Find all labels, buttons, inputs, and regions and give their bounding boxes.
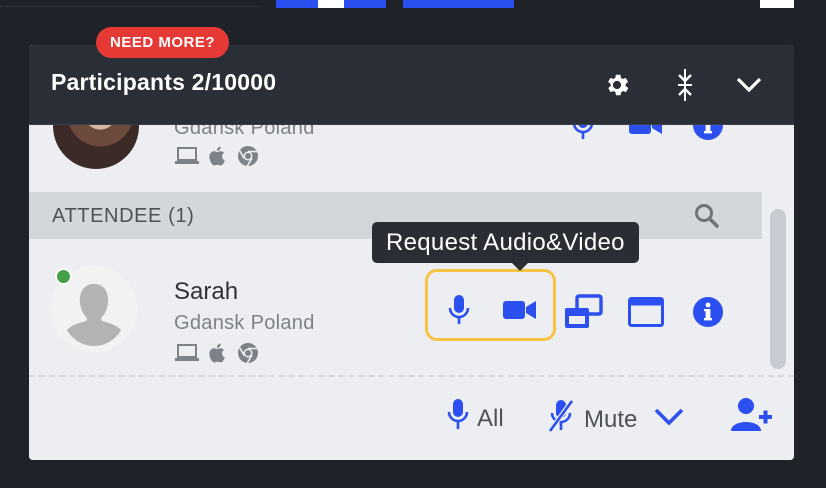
microphone-off-icon <box>546 399 576 440</box>
info-icon[interactable] <box>688 292 728 332</box>
section-title: ATTENDEE <box>52 205 162 227</box>
avatar <box>53 125 139 169</box>
laptop-icon <box>175 344 199 367</box>
apple-icon <box>209 146 227 171</box>
laptop-icon <box>175 147 199 170</box>
microphone-icon[interactable] <box>563 125 603 145</box>
search-icon[interactable] <box>694 203 720 234</box>
attendee-location: Gdansk Poland <box>174 312 315 334</box>
chevron-down-icon[interactable] <box>653 406 685 434</box>
attendee-name: Sarah <box>174 278 239 305</box>
gear-icon[interactable] <box>601 69 633 101</box>
chrome-icon <box>237 145 259 172</box>
collapse-icon[interactable] <box>669 69 701 101</box>
screen-share-icon[interactable] <box>563 292 603 332</box>
chrome-icon <box>237 342 259 369</box>
request-audio-video-tooltip: Request Audio&Video <box>372 222 639 271</box>
video-camera-icon[interactable] <box>626 125 666 145</box>
device-icons <box>175 342 259 369</box>
info-icon[interactable] <box>688 125 728 145</box>
all-label: All <box>477 404 504 432</box>
chevron-down-icon[interactable] <box>733 69 765 101</box>
window-icon[interactable] <box>626 292 666 332</box>
add-user-button[interactable] <box>731 397 773 440</box>
participant-location: Gdansk Poland <box>174 125 315 139</box>
panel-title: Participants 2/10000 <box>51 69 277 95</box>
add-user-icon <box>731 397 773 440</box>
microphone-icon <box>447 399 469 438</box>
device-icons <box>175 145 259 172</box>
unmute-all-button[interactable]: All <box>447 399 504 438</box>
mute-label: Mute <box>584 405 638 433</box>
online-status-dot <box>55 268 72 285</box>
scrollbar-thumb[interactable] <box>770 209 786 369</box>
need-more-badge[interactable]: NEED MORE? <box>96 27 230 58</box>
request-media-highlight <box>425 269 556 341</box>
top-toolbar-remnant <box>0 0 826 8</box>
panel-footer: All Mute <box>29 375 794 460</box>
apple-icon <box>209 343 227 368</box>
section-label: ATTENDEE (1) <box>52 205 194 228</box>
section-count: (1) <box>168 205 195 227</box>
mute-all-button[interactable]: Mute <box>546 399 685 440</box>
